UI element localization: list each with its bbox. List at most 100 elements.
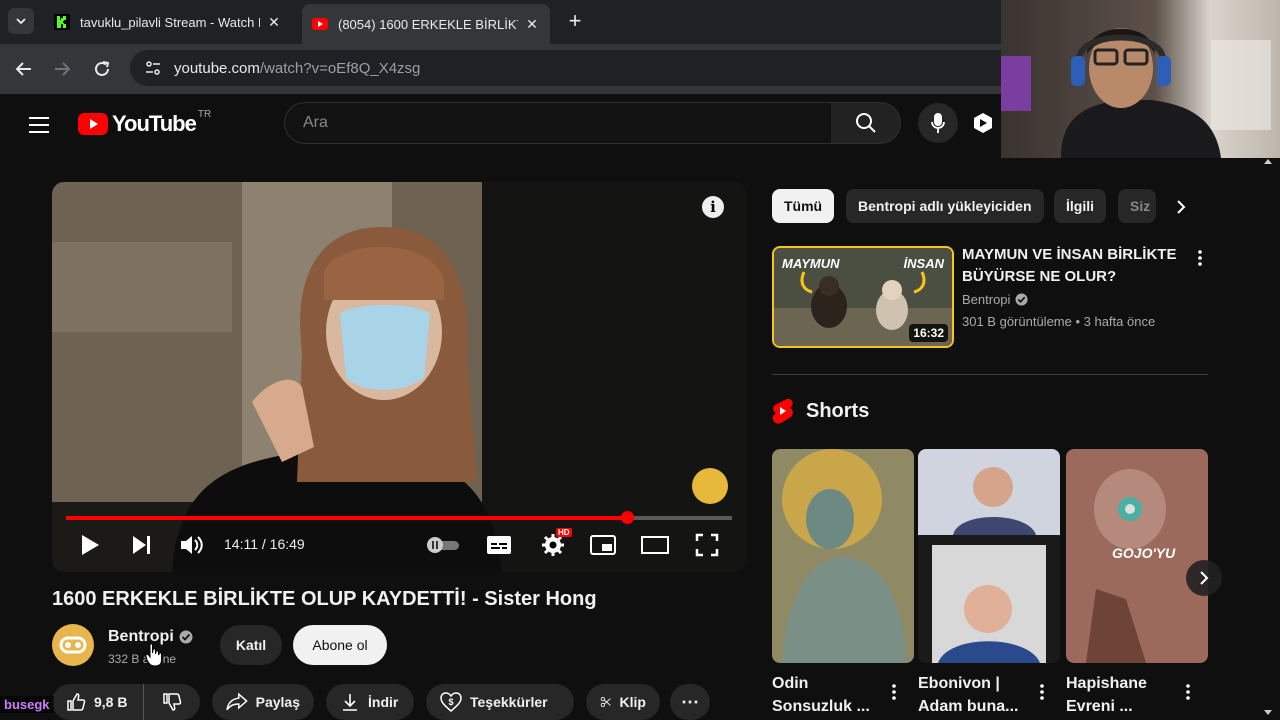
forward-button[interactable] <box>49 56 75 82</box>
thumbs-down-icon <box>163 693 182 711</box>
country-code: TR <box>197 109 212 120</box>
voice-search-button[interactable] <box>918 103 958 143</box>
heart-dollar-icon: $ <box>440 692 462 712</box>
shorts-title: Shorts <box>806 399 870 422</box>
theater-mode-button[interactable] <box>640 530 670 560</box>
chip-from-uploader[interactable]: Bentropi adlı yükleyiciden <box>846 189 1044 223</box>
more-actions-button[interactable]: ⋯ <box>670 684 710 720</box>
download-label: İndir <box>368 694 399 710</box>
short-menu-button-2[interactable] <box>1032 680 1052 704</box>
info-button[interactable]: i <box>702 196 724 218</box>
more-vertical-icon <box>1186 684 1190 700</box>
short-menu-button-1[interactable] <box>884 680 904 704</box>
guide-menu-button[interactable] <box>27 114 51 136</box>
svg-text:$: $ <box>448 697 453 707</box>
tab-search-button[interactable] <box>8 8 34 34</box>
next-button[interactable] <box>128 530 156 560</box>
settings-button[interactable]: HD <box>536 528 572 560</box>
short-thumbnail-2[interactable] <box>918 449 1060 663</box>
recommended-channel-name: Bentropi <box>962 292 1011 307</box>
reload-icon <box>95 61 110 76</box>
short-thumbnail-3[interactable]: GOJO'YU <box>1066 449 1208 663</box>
browser-tab-youtube[interactable]: (8054) 1600 ERKEKLE BİRLİKTE O ✕ <box>302 4 550 44</box>
like-button[interactable]: 9,8 B <box>52 684 144 720</box>
short-thumbnail-caption: GOJO'YU <box>1112 545 1176 561</box>
page-scrollbar[interactable] <box>1262 156 1274 720</box>
short-title-1[interactable]: Odin Sonsuzluk ... <box>772 672 892 718</box>
recommended-video-meta: 301 B görüntüleme • 3 hafta önce <box>962 314 1156 329</box>
thumbnail-left-caption: MAYMUN <box>782 256 840 271</box>
create-button[interactable] <box>966 106 1000 140</box>
clip-button[interactable]: Klip <box>586 684 660 720</box>
subtitles-icon <box>487 536 511 554</box>
channel-name: Bentropi <box>108 628 174 645</box>
skip-next-icon <box>133 536 150 554</box>
thanks-label: Teşekkürler <box>470 694 548 710</box>
address-bar[interactable]: youtube.com/watch?v=oEf8Q_X4zsg <box>130 50 1030 86</box>
new-tab-button[interactable]: + <box>564 8 586 33</box>
subtitles-button[interactable] <box>484 530 514 560</box>
fullscreen-button[interactable] <box>692 530 722 560</box>
recommended-video-channel[interactable]: Bentropi <box>962 292 1028 307</box>
search-box[interactable] <box>284 102 832 144</box>
short-thumbnail-1[interactable] <box>772 449 914 663</box>
short-title-2[interactable]: Ebonivon | Adam buna... <box>918 672 1038 718</box>
verified-badge-icon <box>1015 293 1028 306</box>
video-player[interactable]: i 14:11 / 16:49 HD <box>52 182 746 572</box>
arrow-left-icon <box>15 62 31 76</box>
chips-scroll-next-button[interactable] <box>1168 194 1194 220</box>
dislike-button[interactable] <box>144 684 200 720</box>
recommended-video-menu-button[interactable] <box>1190 246 1210 270</box>
browser-tab-kick[interactable]: tavuklu_pilavli Stream - Watch L ✕ <box>44 4 292 40</box>
logo-text: YouTube <box>112 111 197 136</box>
join-button[interactable]: Katıl <box>220 625 282 665</box>
mute-button[interactable] <box>178 530 206 560</box>
thumbs-up-icon <box>67 693 86 711</box>
thanks-button[interactable]: $ Teşekkürler <box>426 684 574 720</box>
share-button[interactable]: Paylaş <box>212 684 314 720</box>
chip-all[interactable]: Tümü <box>772 189 835 223</box>
chevron-right-icon <box>1200 571 1209 585</box>
channel-logo-icon <box>59 636 87 654</box>
tab-title: (8054) 1600 ERKEKLE BİRLİKTE O <box>338 16 518 32</box>
chip-for-you[interactable]: Siz <box>1118 189 1156 223</box>
search-input[interactable] <box>301 113 831 133</box>
scissors-icon <box>600 696 611 708</box>
short-title-3[interactable]: Hapishane Evreni ... <box>1066 672 1186 718</box>
short-menu-button-3[interactable] <box>1178 680 1198 704</box>
progress-bar[interactable] <box>66 511 732 524</box>
search-button[interactable] <box>831 102 901 144</box>
close-icon[interactable]: ✕ <box>524 16 540 32</box>
close-icon[interactable]: ✕ <box>266 14 282 30</box>
like-dislike-group: 9,8 B <box>52 684 200 720</box>
autoplay-toggle[interactable] <box>424 530 462 560</box>
site-settings-icon[interactable] <box>144 59 162 77</box>
subscribe-button[interactable]: Abone ol <box>293 625 387 665</box>
channel-avatar[interactable] <box>52 624 94 666</box>
youtube-play-logo-icon <box>78 113 108 135</box>
hamburger-menu-icon <box>29 117 49 133</box>
reload-button[interactable] <box>89 56 115 82</box>
recommended-video-thumbnail[interactable]: MAYMUN İNSAN 16:32 <box>772 246 954 348</box>
video-frame <box>52 182 746 572</box>
youtube-logo[interactable]: YouTube TR <box>78 109 212 137</box>
miniplayer-button[interactable] <box>588 530 618 560</box>
play-button[interactable] <box>76 530 104 560</box>
clip-label: Klip <box>619 694 646 710</box>
hd-badge: HD <box>556 528 572 537</box>
subscriber-count: 332 B abone <box>108 652 177 666</box>
short-thumbnail-image <box>918 449 1060 663</box>
download-button[interactable]: İndir <box>326 684 414 720</box>
chip-related[interactable]: İlgili <box>1054 189 1106 223</box>
webcam-feed-image <box>1001 28 1271 158</box>
progress-played <box>66 516 628 520</box>
url-path: /watch?v=oEf8Q_X4zsg <box>259 59 421 77</box>
shorts-scroll-next-button[interactable] <box>1186 560 1222 596</box>
short-thumbnail-image <box>772 449 914 663</box>
recommended-video-title[interactable]: MAYMUN VE İNSAN BİRLİKTE BÜYÜRSE NE OLUR… <box>962 244 1182 288</box>
more-vertical-icon <box>1198 250 1202 266</box>
miniplayer-icon <box>590 535 616 555</box>
thumbnail-right-caption: İNSAN <box>903 256 944 271</box>
shorts-logo-icon <box>772 398 793 424</box>
back-button[interactable] <box>11 56 37 82</box>
